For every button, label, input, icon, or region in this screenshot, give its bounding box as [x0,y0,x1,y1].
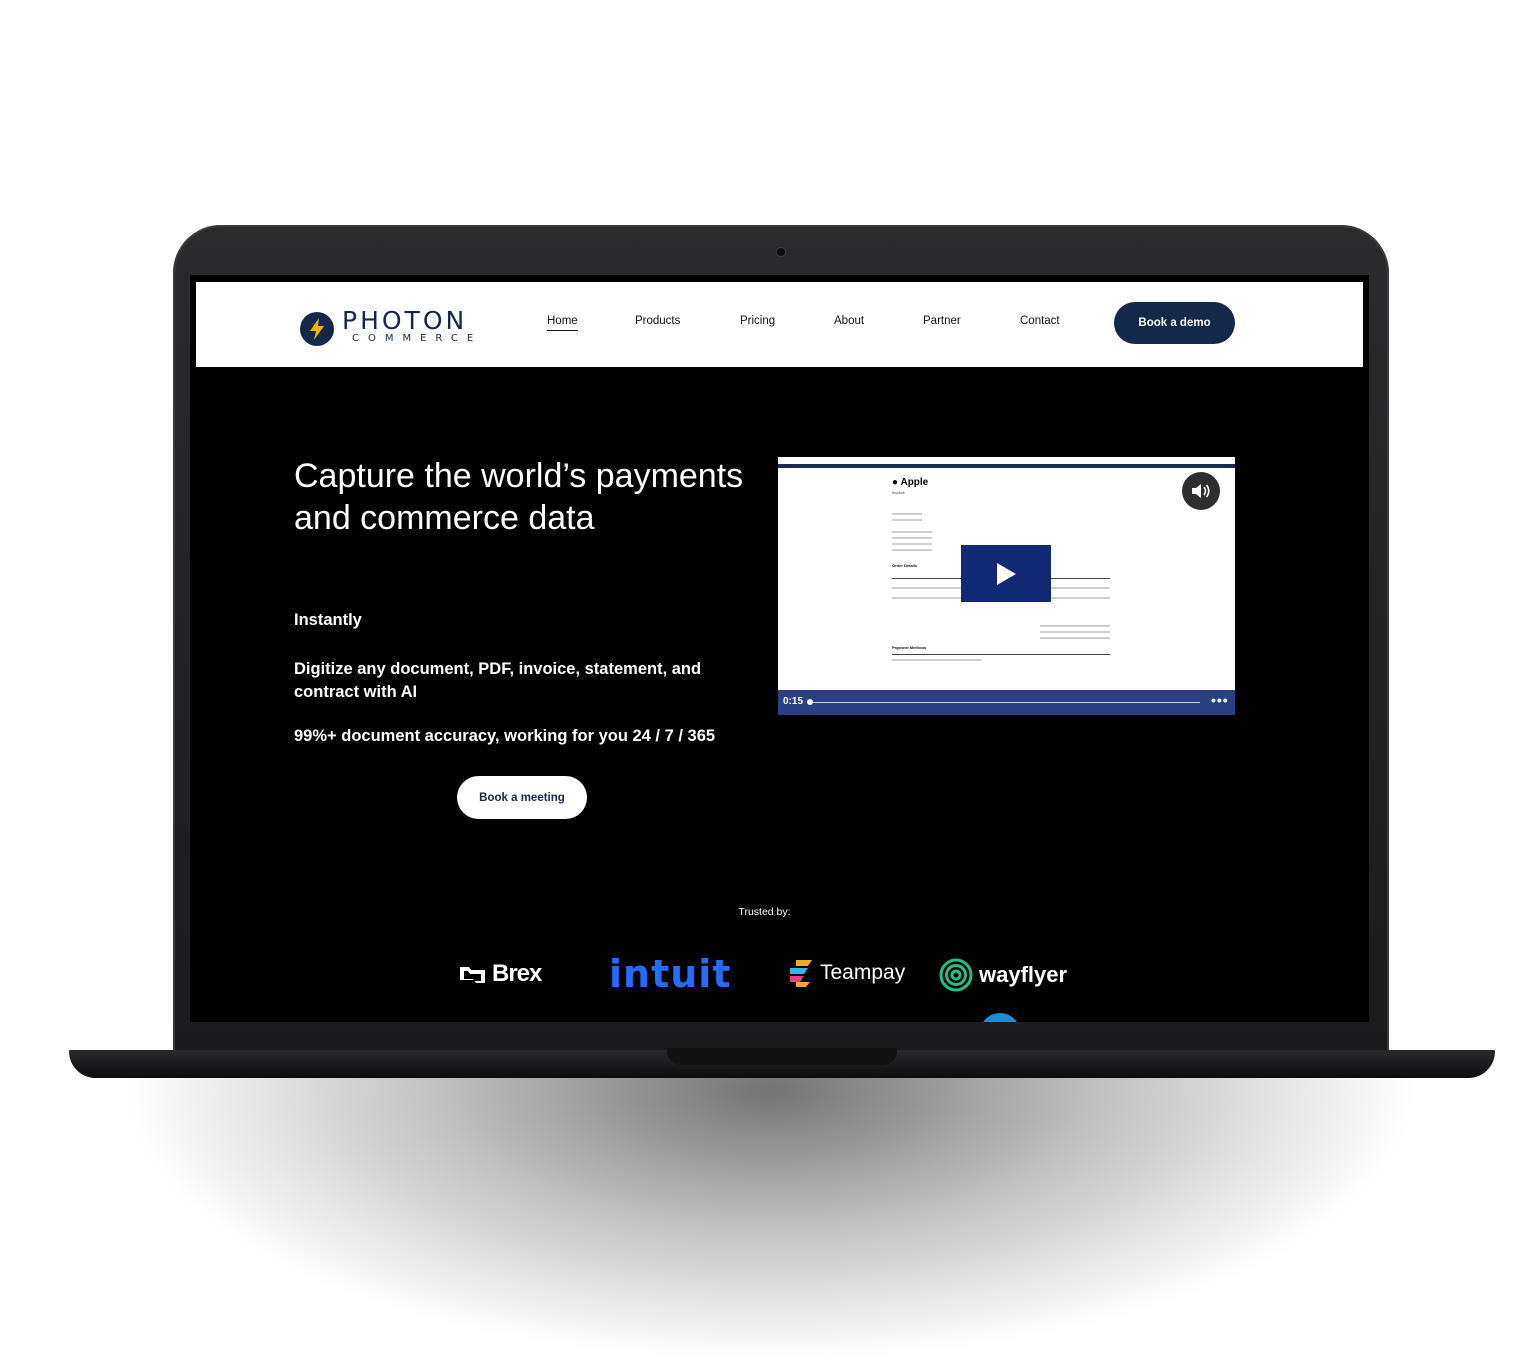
wayflyer-wordmark: wayflyer [979,962,1068,987]
teampay-mark-icon [790,960,812,987]
apple-icon: ● [892,477,899,488]
book-demo-button[interactable]: Book a demo [1114,302,1235,344]
brex-logo: Brex [458,960,542,988]
video-controls: 0:15 ••• [778,690,1235,715]
partial-brand-logo [980,1013,1020,1022]
video-timestamp: 0:15 [783,696,804,707]
hero-instantly: Instantly [294,611,362,629]
hero-description: Digitize any document, PDF, invoice, sta… [294,660,702,701]
nav-partner[interactable]: Partner [923,315,961,327]
nav-products[interactable]: Products [635,315,680,327]
book-meeting-button[interactable]: Book a meeting [457,776,587,819]
logo-subtitle: COMMERCE [352,333,483,344]
nav-about[interactable]: About [834,315,864,327]
teampay-logo: Teampay [786,958,905,988]
laptop-screen: PHOTON COMMERCE Home Products Pricing Ab… [190,275,1369,1022]
device-shadow [120,1060,1420,1360]
camera-icon [777,248,785,256]
progress-track[interactable] [810,702,1200,703]
video-top-border [778,457,1235,468]
logo-wordmark: PHOTON [342,306,468,335]
progress-knob[interactable] [807,699,813,705]
brex-mark-icon [460,967,485,983]
play-icon [997,562,1016,585]
teampay-wordmark: Teampay [820,961,906,984]
hero-title: Capture the world’s payments and commerc… [294,457,744,537]
nav-pricing[interactable]: Pricing [740,315,775,327]
wayflyer-logo: wayflyer [938,958,1067,992]
nav-home[interactable]: Home [547,315,578,331]
trusted-logos: Brex intuit Teampay wayflyer [190,950,1369,1010]
invoice-brand: ● Apple [892,477,1112,488]
photon-commerce-logo[interactable]: PHOTON COMMERCE [300,306,480,346]
volume-button[interactable] [1182,472,1220,510]
more-icon[interactable]: ••• [1211,692,1229,708]
intuit-logo: intuit [609,952,732,996]
trusted-by-label: Trusted by: [738,906,791,918]
invoice-payment-methods: Payment Methods [892,645,927,650]
laptop-notch [667,1048,897,1065]
nav-contact[interactable]: Contact [1020,315,1060,327]
hero-accuracy: 99%+ document accuracy, working for you … [294,727,716,745]
lightning-bolt-icon [300,312,334,346]
demo-video-player[interactable]: ● Apple Invoice Order Details Payment Me… [778,457,1235,715]
volume-icon [1192,484,1210,498]
play-button[interactable] [961,545,1051,602]
site-header: PHOTON COMMERCE Home Products Pricing Ab… [196,282,1363,367]
intuit-wordmark: intuit [609,952,732,996]
brex-wordmark: Brex [492,960,542,987]
invoice-brand-text: Apple [900,477,929,488]
wayflyer-mark-icon [939,958,973,992]
